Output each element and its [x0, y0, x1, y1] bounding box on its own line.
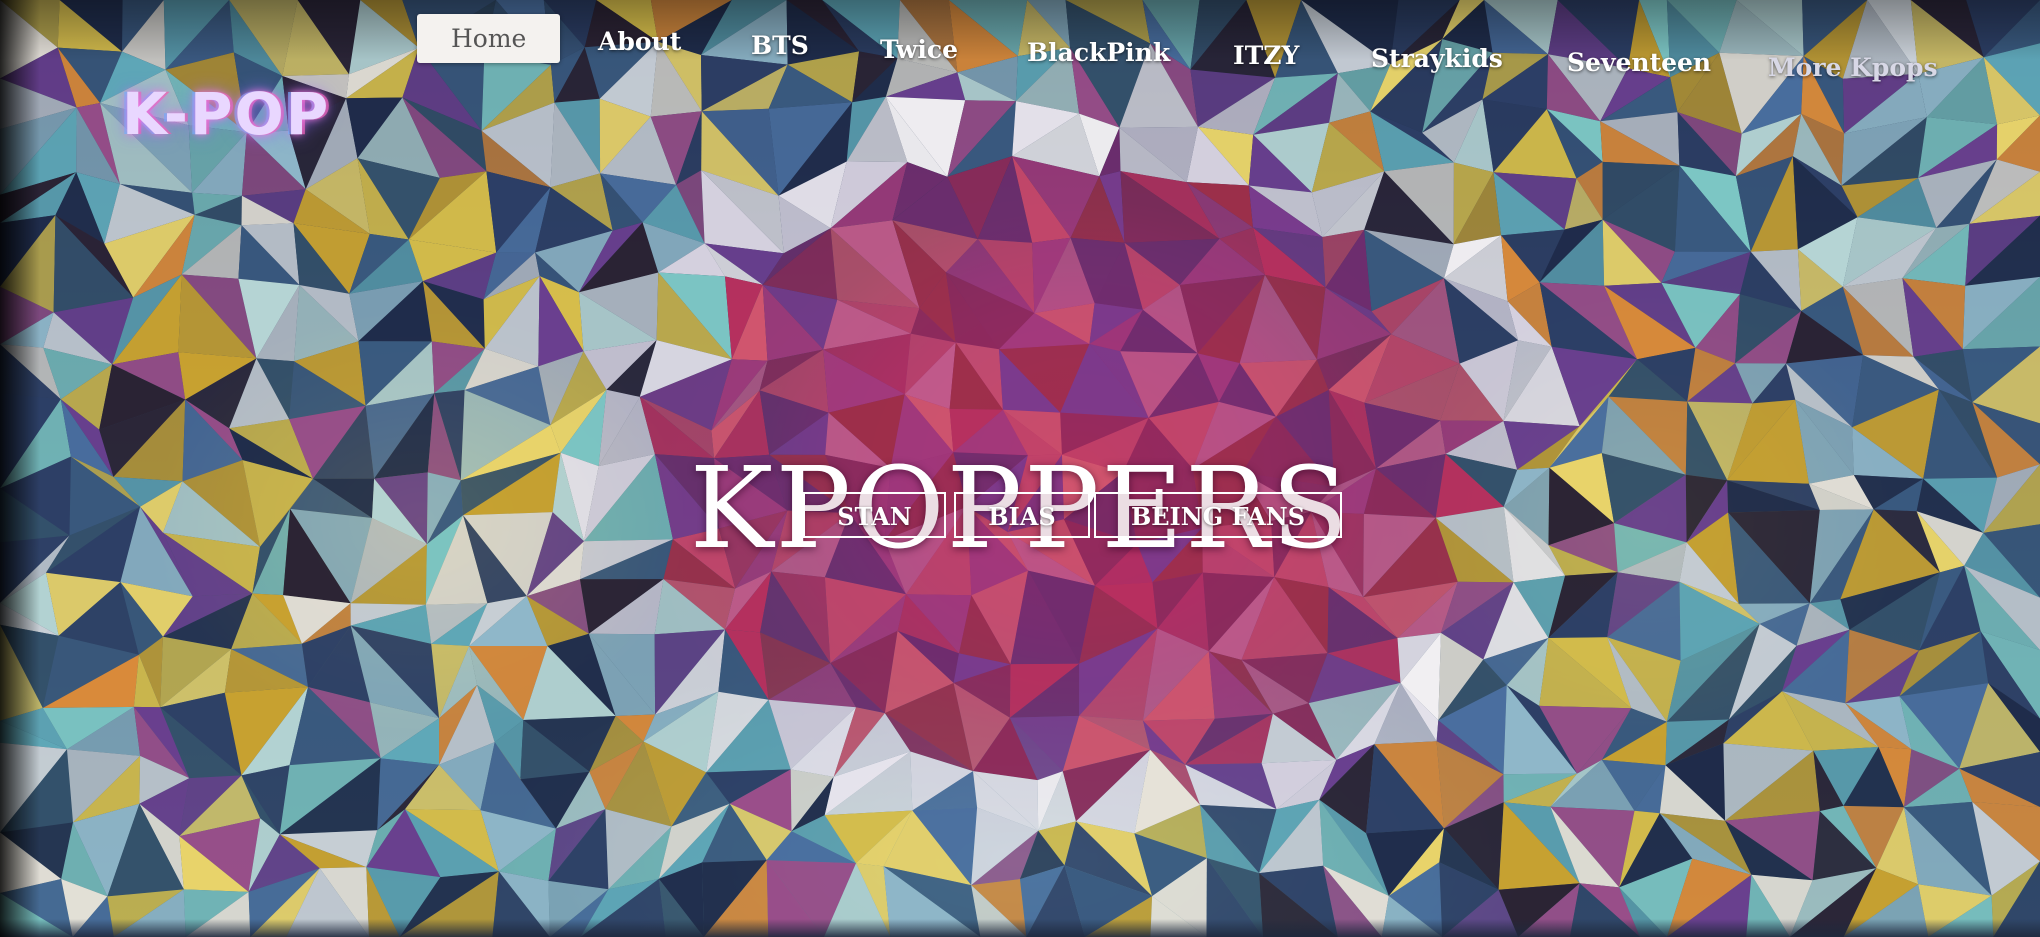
nav-blackpink[interactable]: BlackPink	[1027, 38, 1170, 67]
nav-home[interactable]: Home	[417, 14, 561, 63]
nav-seventeen[interactable]: Seventeen	[1567, 48, 1711, 77]
page: K-POP Home About BTS Twice BlackPink ITZ…	[0, 0, 2040, 937]
bias-button[interactable]: BIAS	[954, 492, 1090, 538]
nav-straykids[interactable]: Straykids	[1371, 44, 1503, 73]
stan-button[interactable]: STAN	[803, 492, 946, 538]
nav-twice[interactable]: Twice	[880, 35, 958, 64]
nav-bts[interactable]: BTS	[751, 31, 809, 60]
kpop-logo[interactable]: K-POP	[122, 80, 330, 148]
nav-more-kpops[interactable]: More Kpops	[1768, 53, 1938, 82]
being-fans-button[interactable]: BEING FANS	[1094, 492, 1342, 538]
nav-itzy[interactable]: ITZY	[1233, 41, 1299, 70]
nav-about[interactable]: About	[598, 27, 681, 56]
top-navigation: Home About BTS Twice BlackPink ITZY Stra…	[0, 0, 2040, 90]
